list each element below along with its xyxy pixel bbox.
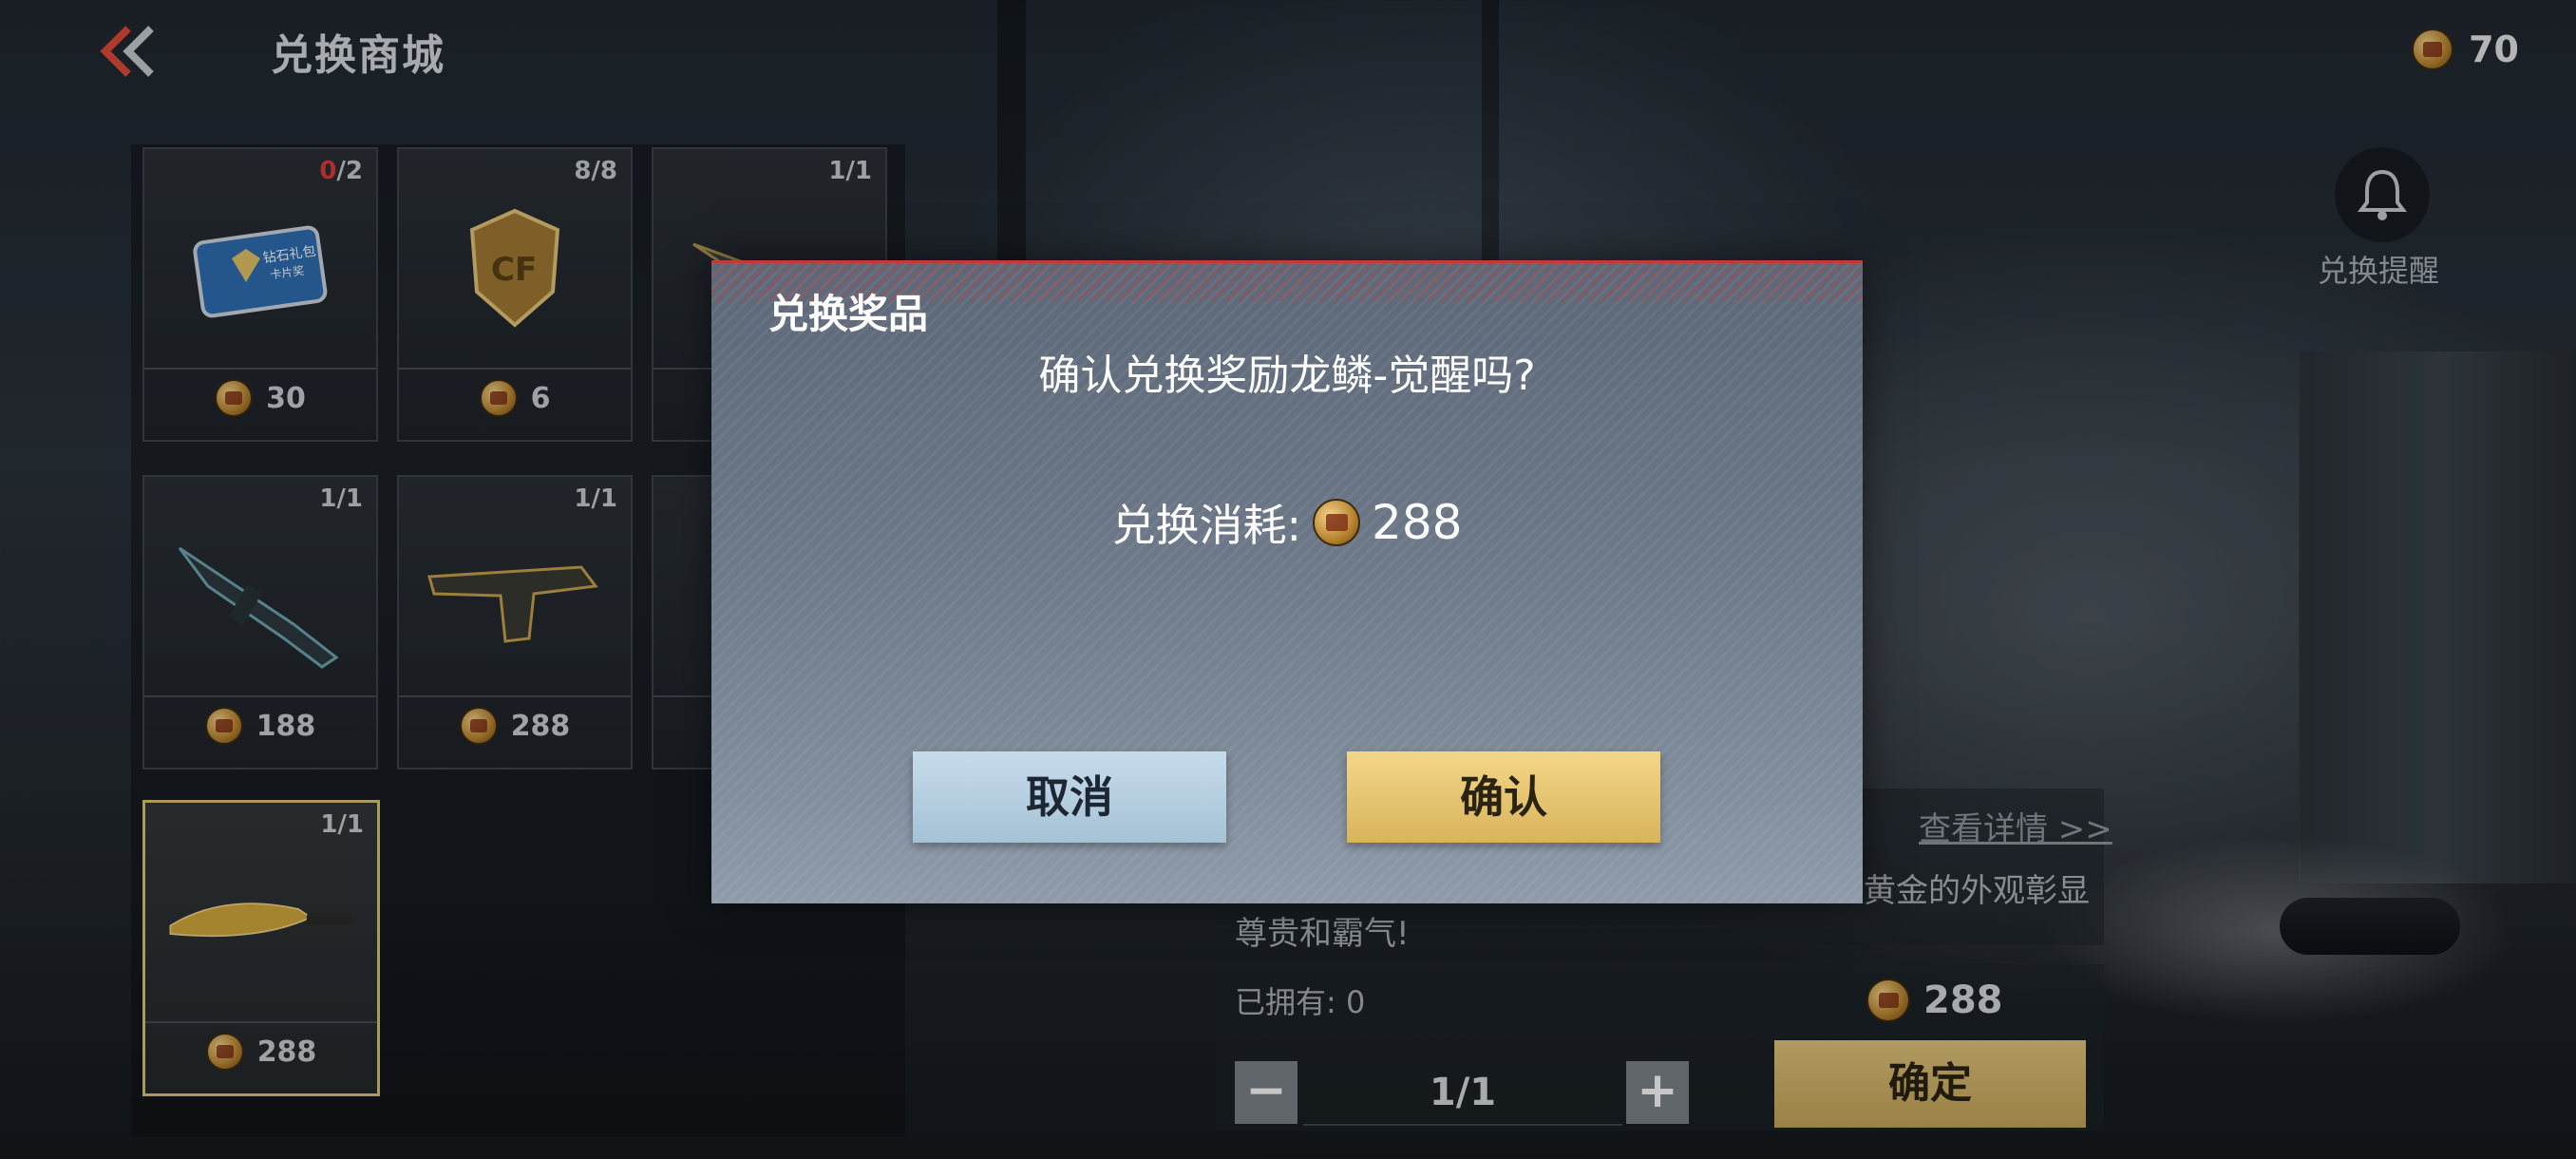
dialog-question: 确认兑换奖励龙鳞-觉醒吗?	[1038, 352, 1536, 400]
dialog-cost: 兑换消耗: 288	[1111, 495, 1463, 551]
cancel-button[interactable]: 取消	[913, 751, 1226, 843]
exchange-confirm-dialog: 兑换奖品 确认兑换奖励龙鳞-觉醒吗? 兑换消耗: 288 取消 确认	[711, 260, 1863, 903]
dialog-title: 兑换奖品	[768, 291, 929, 337]
coin-icon	[1313, 499, 1361, 546]
confirm-button[interactable]: 确认	[1347, 751, 1660, 843]
